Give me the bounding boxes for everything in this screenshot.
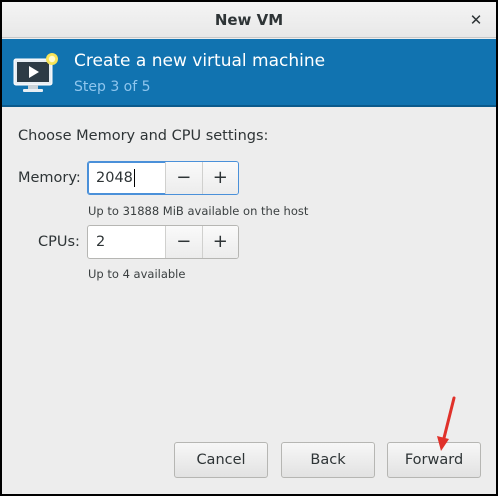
wizard-banner: Create a new virtual machine Step 3 of 5 <box>2 39 496 107</box>
memory-label: Memory: <box>18 170 81 186</box>
cancel-button[interactable]: Cancel <box>174 442 268 478</box>
wizard-heading: Create a new virtual machine <box>74 51 326 71</box>
text-caret <box>133 169 135 187</box>
window-title: New VM <box>214 11 284 29</box>
cpus-label: CPUs: <box>38 234 80 250</box>
red-arrow-icon <box>437 396 456 451</box>
cpus-input[interactable]: 2 <box>88 226 166 258</box>
memory-decrement-button[interactable]: − <box>166 162 202 194</box>
memory-input[interactable]: 2048 <box>88 162 166 194</box>
settings-prompt: Choose Memory and CPU settings: <box>18 128 269 144</box>
memory-increment-button[interactable]: + <box>201 162 238 194</box>
new-vm-dialog: New VM ✕ Create a new virtual machine St… <box>2 2 496 494</box>
title-bar: New VM ✕ <box>2 2 496 38</box>
computer-screen-icon <box>13 53 58 92</box>
cpus-spinbutton: 2 − + <box>87 225 239 259</box>
cpus-hint: Up to 4 available <box>88 267 186 281</box>
cpus-increment-button[interactable]: + <box>201 226 238 258</box>
back-button[interactable]: Back <box>281 442 375 478</box>
close-icon[interactable]: ✕ <box>466 10 486 30</box>
memory-hint: Up to 31888 MiB available on the host <box>88 204 309 218</box>
cpus-decrement-button[interactable]: − <box>166 226 202 258</box>
memory-spinbutton: 2048 − + <box>87 161 239 195</box>
wizard-step-indicator: Step 3 of 5 <box>74 79 151 95</box>
